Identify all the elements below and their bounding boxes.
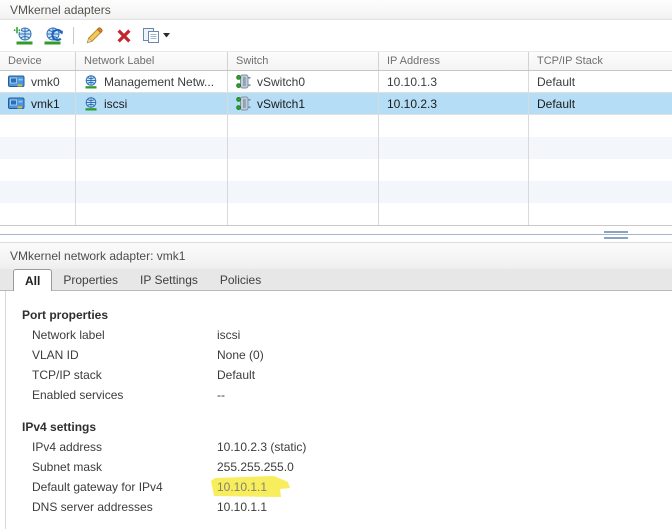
detail-label: TCP/IP stack <box>32 368 102 382</box>
detail-value: -- <box>217 388 225 402</box>
cell-tcpip-stack: Default <box>537 74 576 89</box>
detail-row-subnet-mask: Subnet mask 255.255.255.0 <box>22 457 672 477</box>
vmknic-icon <box>8 75 25 88</box>
tab-content-all: Port properties Network label iscsi VLAN… <box>5 291 672 529</box>
ipv4-settings-section: IPv4 settings IPv4 address 10.10.2.3 (st… <box>22 417 672 517</box>
column-header-device[interactable]: Device <box>0 52 76 71</box>
vswitch-icon <box>236 74 251 89</box>
cell-network-label: Management Netw... <box>76 71 228 93</box>
horizontal-splitter[interactable] <box>0 226 672 242</box>
port-properties-section: Port properties Network label iscsi VLAN… <box>22 305 672 405</box>
adapters-table: Device Network Label Switch IP Address T… <box>0 51 672 227</box>
cell-ip-address: 10.10.1.3 <box>379 71 529 93</box>
refresh-icon <box>43 26 64 45</box>
tab-properties[interactable]: Properties <box>52 270 129 290</box>
detail-label: VLAN ID <box>32 348 79 362</box>
vmkernel-adapters-panel: VMkernel adapters Device Network Label S… <box>0 0 672 529</box>
cell-tcpip-stack: Default <box>537 96 576 111</box>
detail-value: 10.10.1.1 <box>217 500 268 514</box>
dropdown-caret-icon <box>163 33 170 38</box>
detail-label: Default gateway for IPv4 <box>32 480 163 494</box>
detail-label: IPv4 address <box>32 440 103 454</box>
detail-row-ipv4-address: IPv4 address 10.10.2.3 (static) <box>22 437 672 457</box>
detail-label: Network label <box>32 328 105 342</box>
detail-value: iscsi <box>217 328 241 342</box>
copy-button[interactable] <box>141 23 171 49</box>
cell-switch: vSwitch1 <box>228 93 379 115</box>
detail-label: DNS server addresses <box>32 500 153 514</box>
tab-all[interactable]: All <box>13 269 53 291</box>
copy-icon <box>142 27 160 44</box>
column-header-tcpip-stack[interactable]: TCP/IP Stack <box>529 52 672 70</box>
vmknic-icon <box>8 97 25 110</box>
table-row-vmk1-selected[interactable]: vmk1 iscsi vSwitch1 10.10.2.3 Default <box>0 93 672 116</box>
pencil-icon <box>85 26 103 45</box>
column-header-network-label[interactable]: Network Label <box>76 52 228 71</box>
panel-title-bar: VMkernel adapters <box>0 0 672 21</box>
toolbar-separator <box>73 27 74 45</box>
detail-row-network-label: Network label iscsi <box>22 325 672 345</box>
vswitch-icon <box>236 96 251 111</box>
detail-tabbar: All Properties IP Settings Policies <box>0 269 672 291</box>
tab-ip-settings[interactable]: IP Settings <box>129 270 209 290</box>
network-globe-icon <box>84 96 98 111</box>
detail-row-tcpip-stack: TCP/IP stack Default <box>22 365 672 385</box>
splitter-line <box>0 234 672 236</box>
tab-policies[interactable]: Policies <box>209 270 272 290</box>
detail-row-enabled-services: Enabled services -- <box>22 385 672 405</box>
cell-network-label: iscsi <box>76 93 228 115</box>
section-heading: Port properties <box>22 308 109 322</box>
detail-value-highlighted: 10.10.1.1 <box>211 476 290 497</box>
detail-label: Enabled services <box>32 388 124 402</box>
section-heading: IPv4 settings <box>22 420 97 434</box>
table-header-row: Device Network Label Switch IP Address T… <box>0 51 672 72</box>
cell-device: vmk0 <box>0 71 76 93</box>
detail-title-bar: VMkernel network adapter: vmk1 <box>0 241 672 269</box>
detail-label: Subnet mask <box>32 460 103 474</box>
add-networking-button[interactable] <box>10 23 36 49</box>
edit-button[interactable] <box>81 23 107 49</box>
add-networking-icon <box>12 26 34 45</box>
detail-title: VMkernel network adapter: vmk1 <box>10 248 186 263</box>
detail-row-dns-servers: DNS server addresses 10.10.1.1 <box>22 497 672 517</box>
cell-switch: vSwitch0 <box>228 71 379 93</box>
empty-table-row <box>0 203 672 226</box>
refresh-button[interactable] <box>40 23 66 49</box>
column-header-switch[interactable]: Switch <box>228 52 379 71</box>
empty-table-row <box>0 137 672 160</box>
delete-x-icon <box>116 28 132 44</box>
detail-value: Default <box>217 368 256 382</box>
detail-row-default-gateway: Default gateway for IPv4 10.10.1.1 <box>22 476 672 497</box>
empty-table-row <box>0 181 672 204</box>
detail-value: None (0) <box>217 348 264 362</box>
detail-value: 10.10.2.3 (static) <box>217 440 307 454</box>
detail-row-vlan-id: VLAN ID None (0) <box>22 345 672 365</box>
empty-table-row <box>0 115 672 138</box>
cell-ip-address: 10.10.2.3 <box>379 93 529 115</box>
remove-button[interactable] <box>111 23 137 49</box>
column-header-ip-address[interactable]: IP Address <box>379 52 529 71</box>
detail-value: 255.255.255.0 <box>217 460 294 474</box>
panel-title: VMkernel adapters <box>10 2 111 17</box>
toolbar <box>0 20 672 52</box>
cell-device: vmk1 <box>0 93 76 115</box>
table-row-vmk0[interactable]: vmk0 Management Netw... vSwitch0 10.10.1… <box>0 71 672 94</box>
empty-table-row <box>0 159 672 182</box>
network-globe-icon <box>84 74 98 89</box>
